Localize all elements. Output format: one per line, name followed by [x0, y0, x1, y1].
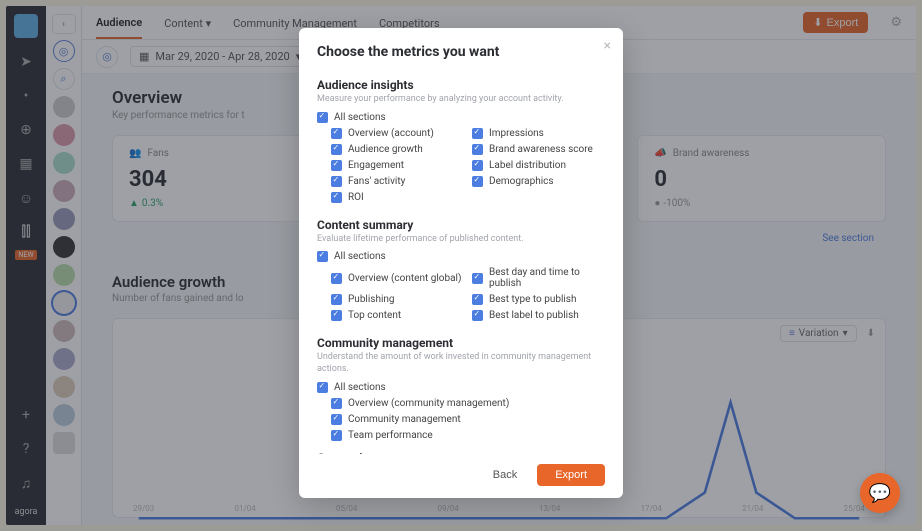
checkbox-item[interactable]: Best day and time to publish	[472, 267, 605, 289]
check-icon	[472, 273, 483, 284]
check-icon	[331, 398, 342, 409]
checkbox-item[interactable]: Label distribution	[472, 160, 605, 171]
checkbox-item[interactable]: Team performance	[331, 430, 605, 441]
checkbox-item[interactable]: Community management	[331, 414, 605, 425]
metrics-modal: × Choose the metrics you want Audience i…	[299, 28, 623, 498]
checkbox-item[interactable]: Demographics	[472, 176, 605, 187]
modal-overlay: × Choose the metrics you want Audience i…	[0, 0, 922, 531]
check-icon	[472, 144, 483, 155]
checkbox-item[interactable]: Top content	[331, 310, 464, 321]
back-button[interactable]: Back	[483, 464, 527, 486]
check-icon	[331, 144, 342, 155]
section-audience-desc: Measure your performance by analyzing yo…	[317, 94, 605, 106]
check-icon	[472, 294, 483, 305]
check-icon	[472, 128, 483, 139]
check-icon	[472, 176, 483, 187]
checkbox-item[interactable]: Audience growth	[331, 144, 464, 155]
check-icon	[317, 382, 328, 393]
section-content-title: Content summary	[317, 218, 605, 232]
check-icon	[331, 414, 342, 425]
section-community-title: Community management	[317, 336, 605, 350]
check-icon	[331, 430, 342, 441]
checkbox-item[interactable]: Overview (community management)	[331, 398, 605, 409]
check-icon	[331, 160, 342, 171]
checkbox-item[interactable]: ROI	[331, 192, 464, 203]
checkbox-item[interactable]: Fans' activity	[331, 176, 464, 187]
check-icon	[331, 128, 342, 139]
checkbox-item[interactable]: Publishing	[331, 294, 464, 305]
checkbox-item[interactable]: Overview (content global)	[331, 267, 464, 289]
check-icon	[472, 310, 483, 321]
checkbox-all-community[interactable]: All sections	[317, 382, 605, 393]
section-audience-title: Audience insights	[317, 78, 605, 92]
checkbox-item[interactable]: Impressions	[472, 128, 605, 139]
modal-export-button[interactable]: Export	[537, 464, 605, 486]
check-icon	[331, 294, 342, 305]
checkbox-all-content[interactable]: All sections	[317, 251, 605, 262]
checkbox-all-audience[interactable]: All sections	[317, 112, 605, 123]
check-icon	[317, 251, 328, 262]
section-competitors-title: Competitors	[317, 451, 605, 454]
check-icon	[317, 112, 328, 123]
checkbox-item[interactable]: Overview (account)	[331, 128, 464, 139]
section-content-desc: Evaluate lifetime performance of publish…	[317, 234, 605, 246]
check-icon	[331, 273, 342, 284]
check-icon	[331, 310, 342, 321]
modal-title: Choose the metrics you want	[317, 44, 605, 60]
close-icon[interactable]: ×	[604, 38, 611, 54]
all-sections-label: All sections	[334, 112, 386, 123]
check-icon	[331, 192, 342, 203]
checkbox-item[interactable]: Brand awareness score	[472, 144, 605, 155]
section-community-desc: Understand the amount of work invested i…	[317, 352, 605, 375]
chat-bubble-icon[interactable]: 💬	[860, 473, 900, 513]
checkbox-item[interactable]: Engagement	[331, 160, 464, 171]
checkbox-item[interactable]: Best label to publish	[472, 310, 605, 321]
check-icon	[472, 160, 483, 171]
checkbox-item[interactable]: Best type to publish	[472, 294, 605, 305]
check-icon	[331, 176, 342, 187]
